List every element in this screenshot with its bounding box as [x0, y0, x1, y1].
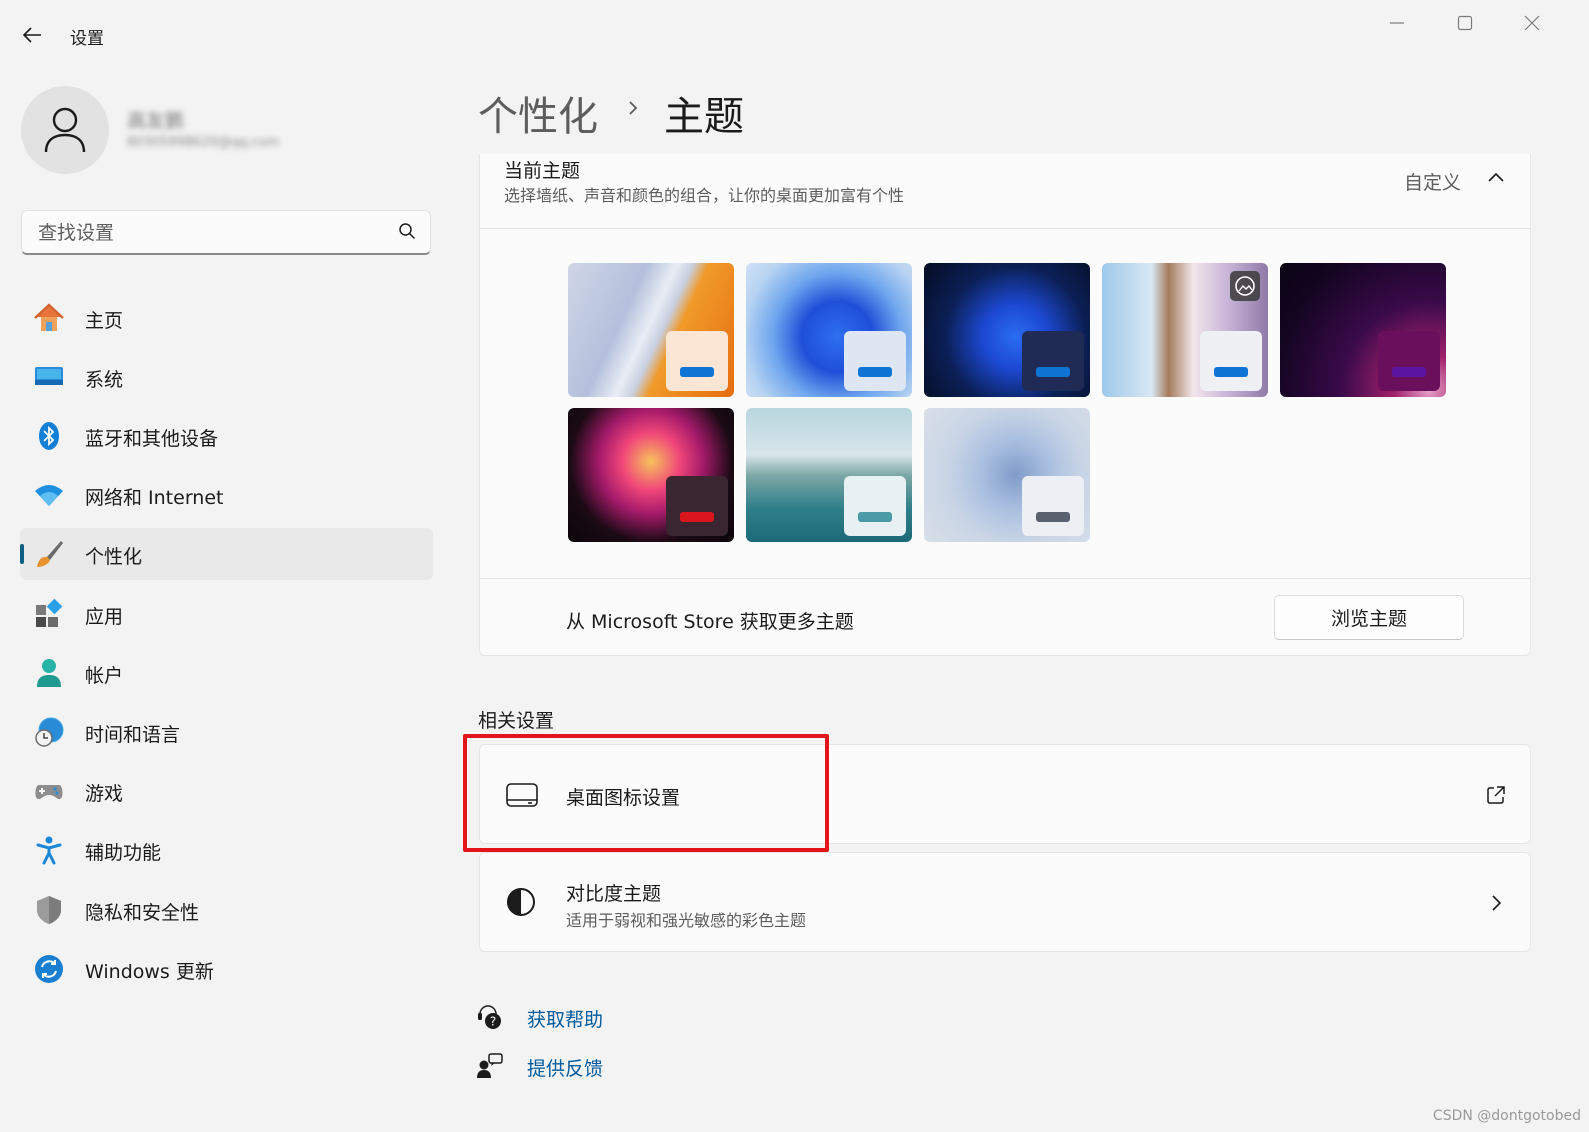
user-email: 80305998620@qq.com — [127, 135, 280, 150]
close-icon — [1524, 15, 1540, 31]
current-theme-description: 选择墙纸、声音和颜色的组合，让你的桌面更加富有个性 — [504, 186, 905, 205]
apps-icon — [36, 599, 63, 627]
slideshow-badge-icon — [1230, 271, 1260, 301]
brush-icon — [37, 541, 63, 567]
nav-item-bluetooth[interactable]: 蓝牙和其他设备 — [20, 410, 433, 462]
nav-item-network[interactable]: 网络和 Internet — [20, 469, 433, 521]
nav-item-home[interactable]: 主页 — [20, 292, 433, 344]
back-button[interactable] — [14, 18, 50, 52]
home-icon — [34, 303, 64, 331]
give-feedback-link[interactable]: 提供反馈 — [527, 1054, 603, 1081]
gamepad-icon — [35, 785, 63, 800]
search-icon[interactable] — [398, 222, 416, 240]
nav-label: 帐户 — [85, 665, 124, 687]
help-icon: ? — [478, 1005, 501, 1029]
theme-thumbnail[interactable] — [924, 263, 1090, 397]
shield-icon — [37, 896, 61, 924]
avatar[interactable] — [21, 86, 109, 174]
accessibility-icon — [36, 836, 62, 865]
app-title: 设置 — [70, 29, 104, 49]
nav-label: 个性化 — [85, 546, 143, 568]
nav-label: 主页 — [85, 310, 124, 332]
nav-item-accessibility[interactable]: 辅助功能 — [20, 824, 433, 876]
theme-thumbnail[interactable] — [746, 263, 912, 397]
nav-label: 游戏 — [85, 783, 124, 805]
nav-label: 蓝牙和其他设备 — [85, 428, 219, 450]
store-themes-row: 从 Microsoft Store 获取更多主题 浏览主题 — [480, 578, 1530, 655]
nav-label: 网络和 Internet — [85, 487, 224, 509]
maximize-button[interactable] — [1445, 10, 1485, 36]
feedback-icon — [477, 1053, 503, 1078]
theme-preview-window — [1022, 476, 1084, 536]
page-title: 主题 — [664, 94, 744, 140]
current-theme-card: 当前主题 选择墙纸、声音和颜色的组合，让你的桌面更加富有个性 自定义 从 Mic… — [479, 154, 1531, 656]
theme-preview-window — [1022, 331, 1084, 391]
nav-label: 系统 — [85, 369, 124, 391]
search-box[interactable] — [21, 210, 431, 255]
desktop-icon-settings-title: 桌面图标设置 — [566, 787, 681, 809]
maximize-icon — [1457, 15, 1473, 31]
store-themes-text: 从 Microsoft Store 获取更多主题 — [566, 611, 854, 633]
theme-thumbnail[interactable] — [924, 408, 1090, 542]
active-indicator — [20, 544, 24, 564]
wifi-icon — [35, 485, 63, 506]
current-theme-title: 当前主题 — [504, 160, 581, 182]
chevron-right-icon — [1492, 895, 1502, 911]
current-theme-header[interactable]: 当前主题 选择墙纸、声音和颜色的组合，让你的桌面更加富有个性 自定义 — [480, 154, 1530, 229]
bluetooth-icon — [39, 422, 59, 450]
nav-item-apps[interactable]: 应用 — [20, 588, 433, 640]
user-icon — [44, 107, 86, 153]
related-settings-title: 相关设置 — [478, 710, 555, 732]
nav-item-windows-update[interactable]: Windows 更新 — [20, 943, 433, 995]
nav-item-personalization[interactable]: 个性化 — [20, 528, 433, 580]
chevron-up-icon[interactable] — [1486, 168, 1506, 188]
minimize-button[interactable] — [1377, 10, 1417, 36]
nav-label: Windows 更新 — [85, 961, 214, 983]
theme-preview-window — [844, 476, 906, 536]
watermark: CSDN @dontgotobed — [1432, 1108, 1581, 1124]
nav-label: 隐私和安全性 — [85, 902, 200, 924]
close-button[interactable] — [1512, 10, 1552, 36]
nav-item-time-language[interactable]: 时间和语言 — [20, 706, 433, 758]
search-input[interactable] — [36, 219, 390, 247]
contrast-icon — [507, 888, 535, 916]
theme-preview-window — [844, 331, 906, 391]
theme-preview-window — [1200, 331, 1262, 391]
current-theme-value: 自定义 — [1404, 172, 1462, 194]
contrast-themes-subtitle: 适用于弱视和强光敏感的彩色主题 — [566, 911, 807, 930]
desktop-icon-settings-row[interactable]: 桌面图标设置 — [479, 744, 1531, 844]
theme-thumbnail[interactable] — [568, 408, 734, 542]
update-icon — [35, 955, 63, 983]
nav-item-system[interactable]: 系统 — [20, 351, 433, 403]
nav-label: 应用 — [85, 606, 124, 628]
monitor-icon — [35, 367, 63, 385]
contrast-themes-title: 对比度主题 — [566, 883, 662, 905]
theme-thumbnail[interactable] — [1102, 263, 1268, 397]
minimize-icon — [1390, 22, 1404, 24]
theme-preview-window — [666, 476, 728, 536]
svg-text:?: ? — [490, 1015, 496, 1029]
browse-themes-button[interactable]: 浏览主题 — [1274, 595, 1464, 640]
nav-item-privacy[interactable]: 隐私和安全性 — [20, 884, 433, 936]
chevron-right-icon — [629, 101, 638, 115]
theme-preview-window — [1378, 331, 1440, 391]
nav-item-accounts[interactable]: 帐户 — [20, 647, 433, 699]
nav-item-gaming[interactable]: 游戏 — [20, 765, 433, 817]
theme-preview-window — [666, 331, 728, 391]
back-arrow-icon — [22, 27, 41, 43]
external-link-icon — [1487, 786, 1505, 804]
account-icon — [37, 659, 61, 687]
contrast-themes-row[interactable]: 对比度主题 适用于弱视和强光敏感的彩色主题 — [479, 852, 1531, 952]
globe-clock-icon — [35, 717, 64, 747]
theme-thumbnail[interactable] — [746, 408, 912, 542]
desktop-icon — [506, 783, 538, 807]
get-help-link[interactable]: 获取帮助 — [527, 1005, 603, 1032]
nav-label: 辅助功能 — [85, 842, 162, 864]
theme-thumbnail[interactable] — [1280, 263, 1446, 397]
nav-label: 时间和语言 — [85, 724, 181, 746]
user-name: 高友鹏 — [127, 110, 185, 132]
theme-thumbnail[interactable] — [568, 263, 734, 397]
breadcrumb-parent[interactable]: 个性化 — [478, 84, 598, 142]
